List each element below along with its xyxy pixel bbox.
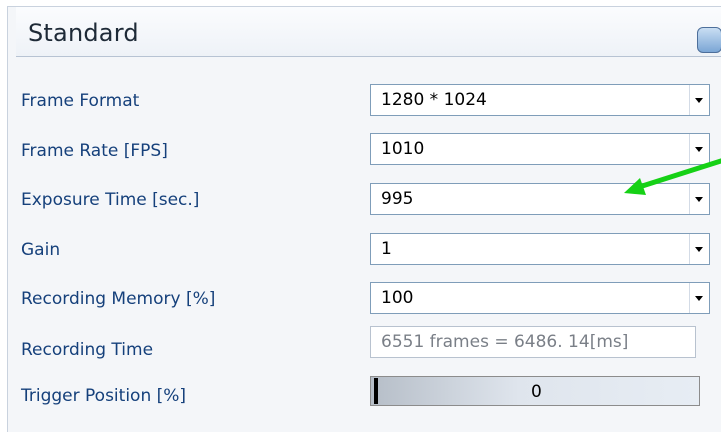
recording-memory-value: 100 [381,288,414,308]
trigger-position-label: Trigger Position [%] [21,386,187,406]
chevron-down-icon[interactable] [689,234,709,264]
frame-rate-value: 1010 [381,139,425,159]
gain-dropdown[interactable]: 1 [370,233,710,265]
collapse-button-icon[interactable] [697,27,721,53]
frame-format-dropdown[interactable]: 1280 * 1024 [370,84,710,116]
arrow-shaft [633,158,721,191]
frame-rate-label: Frame Rate [FPS] [21,141,168,161]
chevron-down-icon[interactable] [689,85,709,115]
green-arrow-icon [624,158,721,195]
settings-panel: Standard [7,6,721,432]
arrow-head [624,178,646,195]
trigger-position-slider[interactable]: 0 [370,376,700,406]
recording-time-label: Recording Time [21,340,154,360]
recording-memory-dropdown[interactable]: 100 [370,282,710,314]
exposure-time-value: 995 [381,189,414,209]
trigger-position-value: 0 [531,382,542,402]
recording-time-field: 6551 frames = 6486. 14[ms] [370,326,696,358]
gain-label: Gain [21,240,61,260]
exposure-time-label: Exposure Time [sec.] [21,190,200,210]
slider-handle[interactable] [374,378,378,404]
recording-time-value: 6551 frames = 6486. 14[ms] [381,332,629,352]
gain-value: 1 [381,239,392,259]
panel-header: Standard [16,7,721,57]
recording-memory-label: Recording Memory [%] [21,289,216,309]
chevron-down-icon[interactable] [689,283,709,313]
frame-format-label: Frame Format [21,91,140,111]
frame-format-value: 1280 * 1024 [381,90,487,110]
panel-title: Standard [28,19,139,47]
